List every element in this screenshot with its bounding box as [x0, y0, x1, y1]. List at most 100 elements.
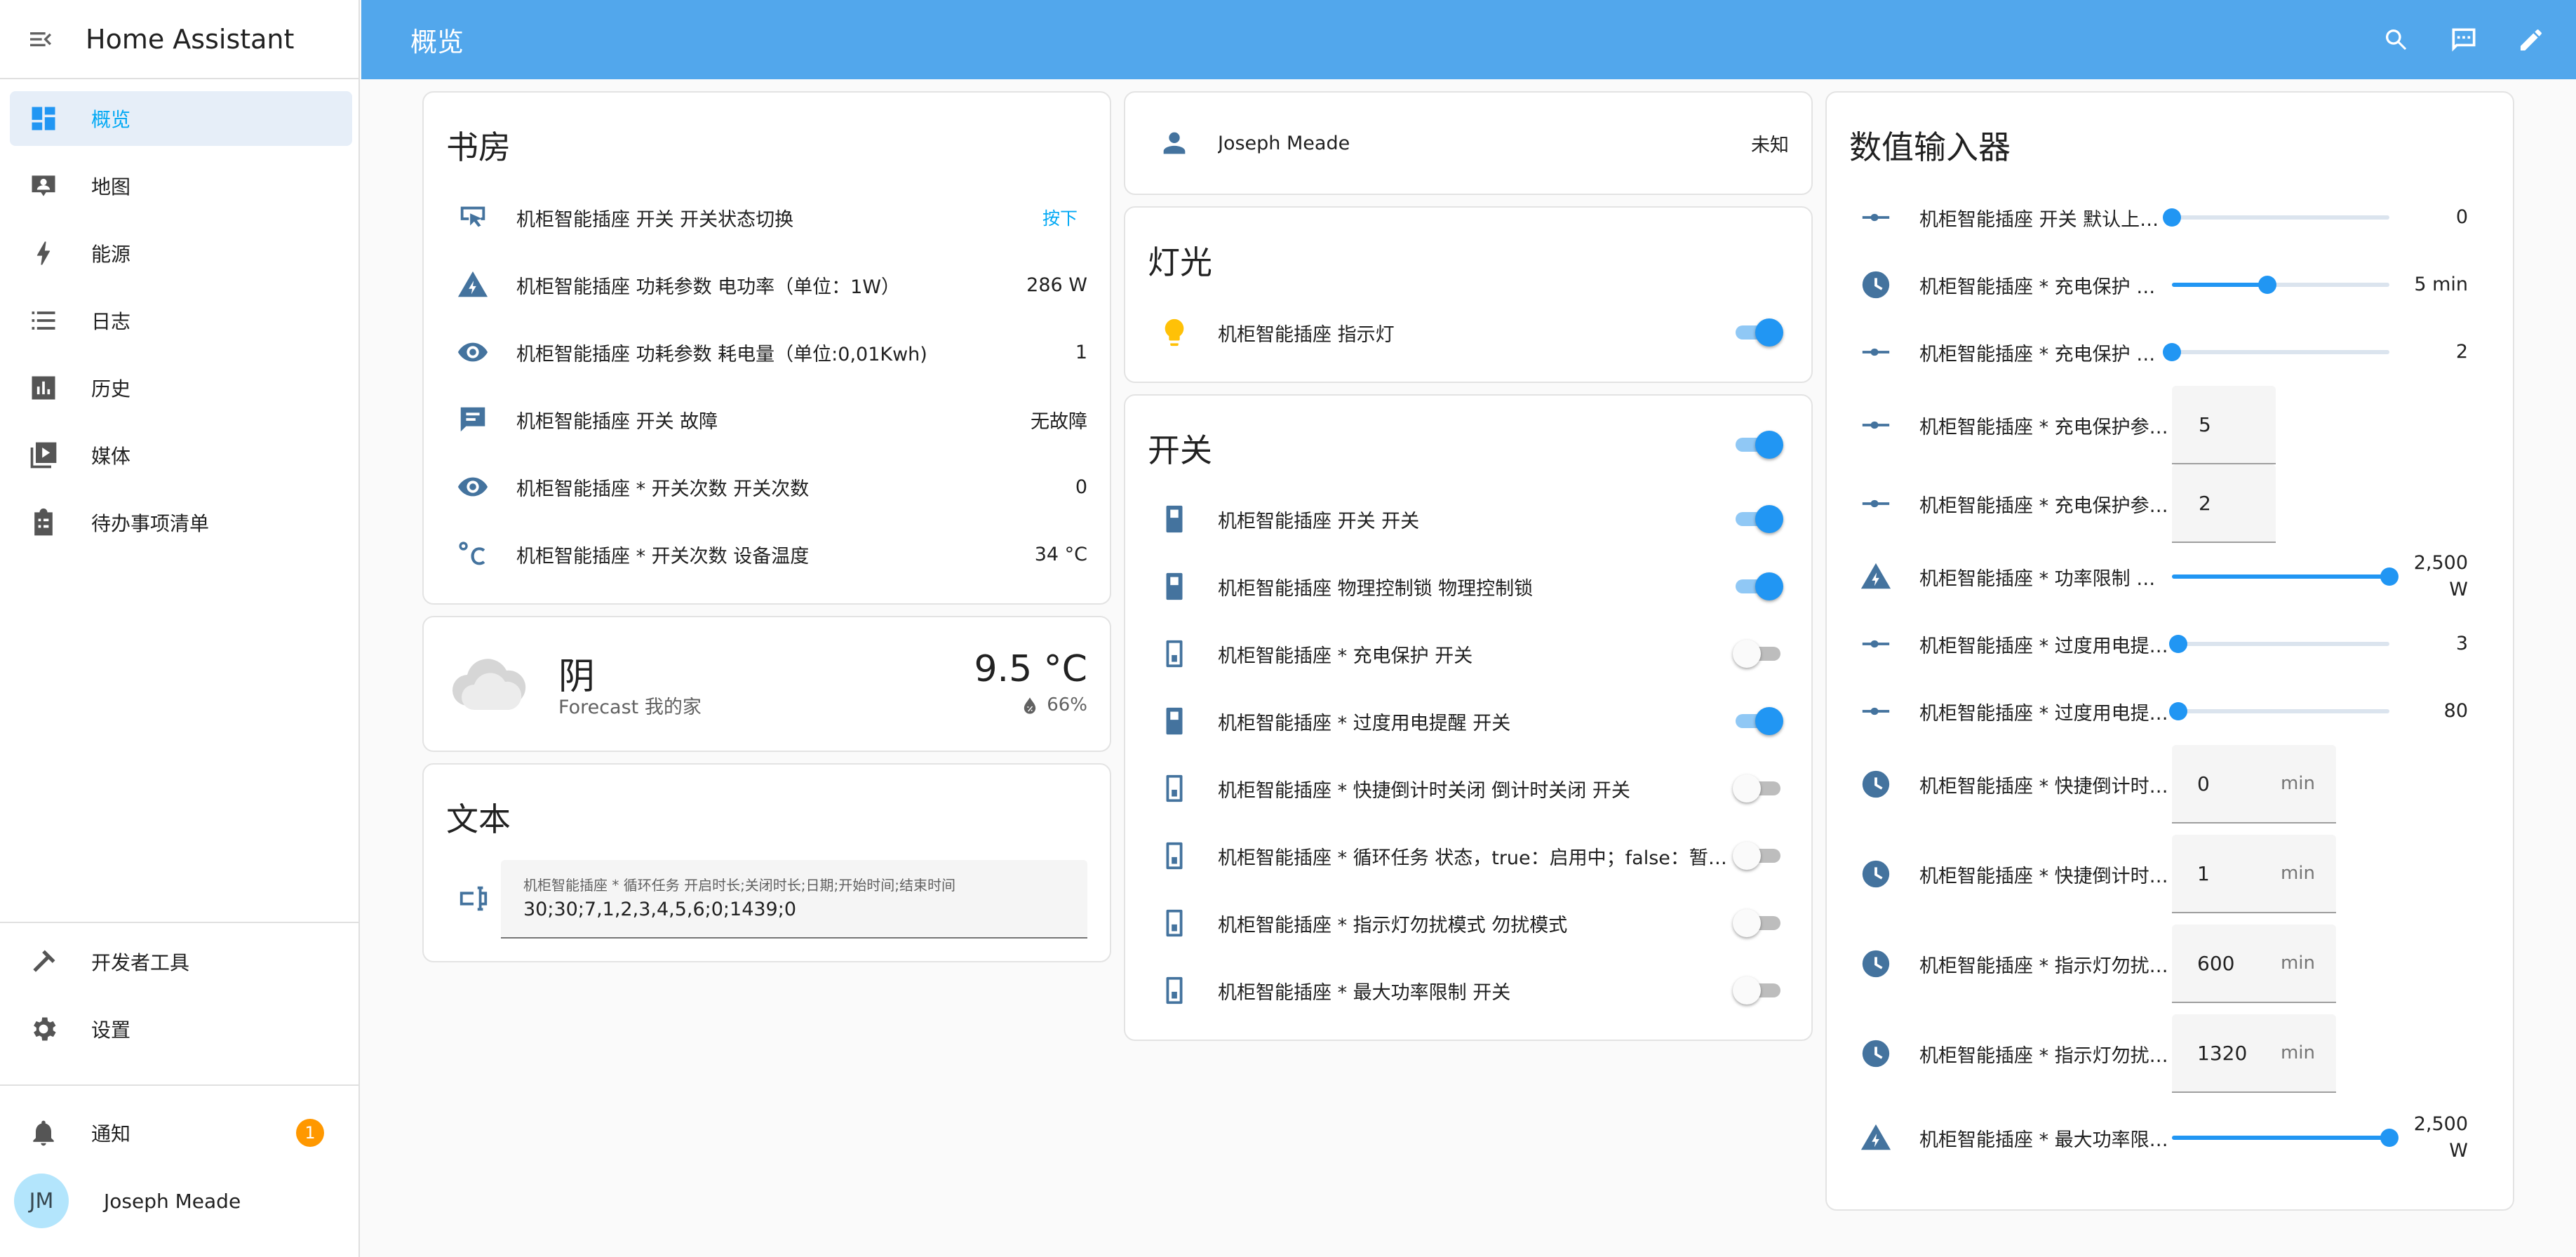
entity-row[interactable]: 机柜智能插座 * 开关次数 设备温度 34 °C: [424, 520, 1110, 588]
slider-handle[interactable]: [2169, 635, 2188, 653]
switch-toggle[interactable]: [1733, 976, 1783, 1004]
number-row[interactable]: 机柜智能插座 * 最大功率限制 功率 2,500 W: [1827, 1104, 2513, 1171]
entity-row[interactable]: 机柜智能插座 开关 开关状态切换 按下: [424, 184, 1110, 251]
switch-toggle[interactable]: [1733, 774, 1783, 802]
number-input[interactable]: 0 min: [2172, 745, 2336, 824]
number-slider[interactable]: [2163, 203, 2389, 231]
switch-toggle[interactable]: [1733, 842, 1783, 870]
toggle-switch-on-icon: [1153, 700, 1195, 742]
number-slider[interactable]: [2172, 271, 2389, 299]
toggle-switch-off-icon: [1153, 835, 1195, 877]
person-card[interactable]: Joseph Meade 未知: [1124, 91, 1813, 195]
number-input[interactable]: 2: [2172, 464, 2276, 543]
number-slider[interactable]: [2169, 697, 2389, 725]
switch-toggle[interactable]: [1733, 640, 1783, 668]
lightning-icon: [27, 236, 60, 270]
switch-row[interactable]: 机柜智能插座 * 快捷倒计时关闭 倒计时关闭 开关: [1125, 755, 1811, 822]
entity-row[interactable]: Joseph Meade 未知: [1125, 109, 1811, 177]
slider-handle[interactable]: [2169, 702, 2188, 720]
slider-handle[interactable]: [2163, 208, 2181, 227]
sidebar-item-label: 通知: [91, 1122, 131, 1145]
text-input-value: 30;30;7,1,2,3,4,5,6;0;1439;0: [523, 899, 797, 920]
clock-icon: [1855, 853, 1897, 895]
clock-icon: [1855, 943, 1897, 985]
switch-row[interactable]: 机柜智能插座 * 充电保护 开关: [1125, 620, 1811, 687]
entity-row[interactable]: 机柜智能插座 开关 故障 无故障: [424, 386, 1110, 453]
number-slider[interactable]: [2172, 563, 2399, 591]
number-row[interactable]: 机柜智能插座 * 充电保护参数 功率5: [1827, 386, 2513, 464]
switch-toggle[interactable]: [1733, 909, 1783, 937]
number-input[interactable]: 600 min: [2172, 925, 2336, 1003]
number-row[interactable]: 机柜智能插座 * 功率限制 功率 2,500 W: [1827, 543, 2513, 610]
assist-icon[interactable]: [2441, 18, 2486, 62]
number-value: 3: [2455, 633, 2468, 654]
sidebar-item-settings[interactable]: 设置: [10, 1002, 352, 1056]
press-button[interactable]: 按下: [1042, 205, 1078, 230]
card-title: 灯光: [1148, 243, 1212, 281]
search-icon[interactable]: [2374, 18, 2419, 62]
number-row[interactable]: 机柜智能插座 * 快捷倒计时关闭 剩余 1 min: [1827, 835, 2513, 913]
entity-name: 机柜智能插座 * 功率限制 功率: [1919, 567, 2172, 590]
sidebar-item-profile[interactable]: JM Joseph Meade: [10, 1171, 352, 1230]
number-row[interactable]: 机柜智能插座 * 指示灯勿扰模式 开始 600 min: [1827, 925, 2513, 1003]
entity-row[interactable]: 机柜智能插座 * 开关次数 开关次数 0: [424, 453, 1110, 520]
number-value: 5 min: [2414, 274, 2468, 295]
switch-toggle[interactable]: [1733, 505, 1783, 533]
sidebar-item-map[interactable]: 地图: [10, 159, 352, 213]
light-toggle[interactable]: [1733, 318, 1783, 347]
sidebar-item-notifications[interactable]: 通知 1: [10, 1105, 352, 1160]
weather-card[interactable]: 阴 Forecast 我的家 9.5 °C 66%: [422, 616, 1111, 752]
switch-row[interactable]: 机柜智能插座 * 指示灯勿扰模式 勿扰模式: [1125, 889, 1811, 957]
slider-handle[interactable]: [2380, 1129, 2399, 1147]
text-input-label: 机柜智能插座 * 循环任务 开启时长;关闭时长;日期;开始时间;结束时间: [523, 877, 956, 894]
number-row[interactable]: 机柜智能插座 * 过度用电提醒 功率 80: [1827, 678, 2513, 745]
switch-toggle[interactable]: [1733, 572, 1783, 600]
number-slider[interactable]: [2163, 338, 2389, 366]
entity-name: 机柜智能插座 功耗参数 电功率（单位：1W）: [516, 276, 901, 298]
number-row[interactable]: 机柜智能插座 * 充电保护参数 时长2: [1827, 464, 2513, 543]
number-row[interactable]: 机柜智能插座 * 充电保护 功率 2: [1827, 318, 2513, 386]
entity-row[interactable]: 机柜智能插座 功耗参数 电功率（单位：1W） 286 W: [424, 251, 1110, 318]
menu-icon[interactable]: [24, 22, 58, 56]
number-input-value: 1320: [2197, 1041, 2248, 1065]
entity-state: 1: [1075, 341, 1087, 363]
entity-name: 机柜智能插座 * 最大功率限制 开关: [1218, 981, 1511, 1004]
number-input[interactable]: 1 min: [2172, 835, 2336, 913]
number-slider[interactable]: [2169, 630, 2389, 658]
sidebar-item-todo[interactable]: 待办事项清单: [10, 495, 352, 550]
study-card: 书房 机柜智能插座 开关 开关状态切换 按下 机柜智能插座 功耗参数 电功率（单…: [422, 91, 1111, 605]
sidebar-item-overview[interactable]: 概览: [10, 91, 352, 146]
switch-row[interactable]: 机柜智能插座 开关 开关: [1125, 485, 1811, 553]
slider-handle[interactable]: [2380, 567, 2399, 586]
number-input[interactable]: 1320 min: [2172, 1014, 2336, 1093]
clock-icon: [1855, 264, 1897, 306]
number-row[interactable]: 机柜智能插座 开关 默认上电状态 0: [1827, 184, 2513, 251]
card-title: 书房: [446, 128, 511, 166]
sidebar-item-developer-tools[interactable]: 开发者工具: [10, 934, 352, 989]
slider-handle[interactable]: [2163, 343, 2181, 361]
number-row[interactable]: 机柜智能插座 * 过度用电提醒 时长 3: [1827, 610, 2513, 678]
sidebar-item-logbook[interactable]: 日志: [10, 293, 352, 348]
switch-toggle[interactable]: [1733, 707, 1783, 735]
number-row[interactable]: 机柜智能插座 * 快捷倒计时关闭 时长 0 min: [1827, 745, 2513, 824]
switch-row[interactable]: 机柜智能插座 * 过度用电提醒 开关: [1125, 687, 1811, 755]
number-slider[interactable]: [2172, 1124, 2399, 1152]
number-row[interactable]: 机柜智能插座 * 充电保护 时长 5 min: [1827, 251, 2513, 318]
sidebar-item-history[interactable]: 历史: [10, 361, 352, 415]
switches-master-toggle[interactable]: [1733, 431, 1783, 459]
switch-row[interactable]: 机柜智能插座 * 循环任务 状态，true：启用中；false：暂停中: [1125, 822, 1811, 889]
entity-name: 机柜智能插座 * 指示灯勿扰模式 结束: [1919, 1044, 2172, 1067]
slider-handle[interactable]: [2258, 276, 2277, 294]
sidebar-item-label: 概览: [91, 108, 131, 131]
text-input[interactable]: 机柜智能插座 * 循环任务 开启时长;关闭时长;日期;开始时间;结束时间 30;…: [501, 860, 1087, 939]
entity-row[interactable]: 机柜智能插座 功耗参数 耗电量（单位:0,01Kwh) 1: [424, 318, 1110, 386]
edit-icon[interactable]: [2509, 18, 2554, 62]
sidebar-item-energy[interactable]: 能源: [10, 226, 352, 281]
switch-row[interactable]: 机柜智能插座 物理控制锁 物理控制锁: [1125, 553, 1811, 620]
entity-row[interactable]: 机柜智能插座 指示灯: [1125, 299, 1811, 366]
number-input[interactable]: 5: [2172, 386, 2276, 464]
sidebar-item-media[interactable]: 媒体: [10, 428, 352, 483]
number-row[interactable]: 机柜智能插座 * 指示灯勿扰模式 结束 1320 min: [1827, 1014, 2513, 1093]
toggle-switch-on-icon: [1153, 565, 1195, 607]
switch-row[interactable]: 机柜智能插座 * 最大功率限制 开关: [1125, 957, 1811, 1024]
